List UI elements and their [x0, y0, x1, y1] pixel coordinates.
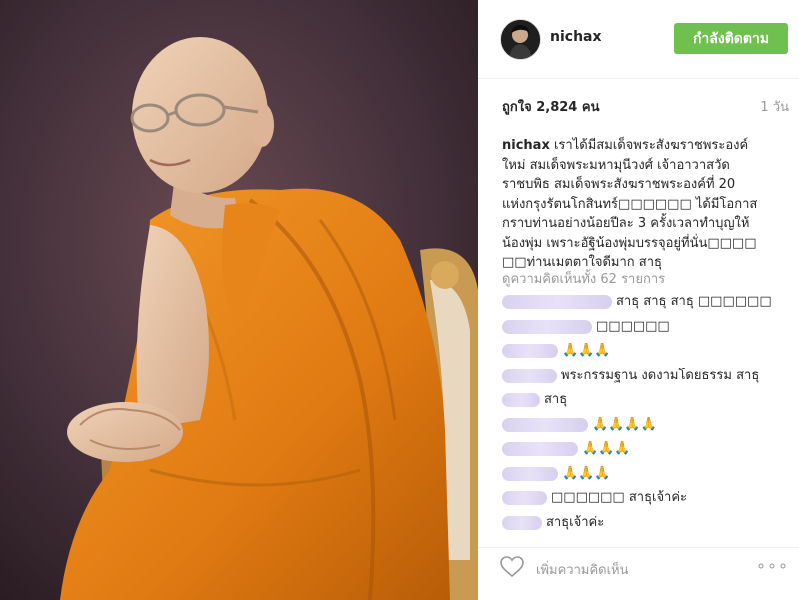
- comment-username-blurred[interactable]: [502, 417, 588, 432]
- caption-line: แห่งกรุงรัตนโกสินทร์□□□□□□ ได้มีโอกาส: [502, 196, 758, 212]
- comment-username-blurred[interactable]: [502, 515, 542, 530]
- comment-item: 🙏🙏🙏🙏: [502, 417, 792, 442]
- comment-username-blurred[interactable]: [502, 442, 578, 456]
- following-button[interactable]: กำลังติดตาม: [674, 23, 788, 54]
- post-header: nichax กำลังติดตาม: [478, 0, 799, 79]
- comment-username-blurred[interactable]: [502, 295, 612, 309]
- monk-photo-illustration: [0, 0, 478, 600]
- caption-line: nichax เราได้มีสมเด็จพระสังฆราชพระองค์: [502, 136, 792, 156]
- comment-text: 🙏🙏🙏: [562, 343, 611, 358]
- view-all-comments-link[interactable]: ดูความคิดเห็นทั้ง 62 รายการ: [502, 268, 665, 289]
- caption-line: กราบท่านอย่างน้อยปีละ 3 ครั้งเวลาทำบุญให…: [502, 216, 750, 231]
- profile-avatar[interactable]: [500, 19, 541, 60]
- caption-line: ใหม่ สมเด็จพระมหามุนีวงศ์ เจ้าอาวาสวัด: [502, 157, 730, 173]
- caption-line: น้องพุ่ม เพราะอัฐิน้องพุ่มบรรจุอยู่ที่นั…: [502, 235, 757, 251]
- comment-text: 🙏🙏🙏: [582, 441, 631, 456]
- comment-item: 🙏🙏🙏: [502, 466, 792, 491]
- comment-username-blurred[interactable]: [502, 491, 547, 505]
- post-photo[interactable]: [0, 0, 478, 600]
- comment-item: สาธุ สาธุ สาธุ □□□□□□: [502, 294, 792, 319]
- comment-item: 🙏🙏🙏: [502, 343, 792, 368]
- comment-item: สาธุเจ้าค่ะ: [502, 515, 792, 540]
- comment-text: สาธุ สาธุ สาธุ □□□□□□: [616, 294, 772, 309]
- comment-text: □□□□□□: [596, 318, 670, 334]
- add-comment-input[interactable]: เพิ่มความคิดเห็น: [536, 559, 629, 580]
- comment-item: สาธุ: [502, 392, 792, 417]
- comment-text: 🙏🙏🙏: [562, 465, 611, 481]
- comment-text: สาธุเจ้าค่ะ: [546, 514, 605, 530]
- caption-username[interactable]: nichax: [502, 138, 550, 153]
- post-caption: nichax เราได้มีสมเด็จพระสังฆราชพระองค์ ใ…: [502, 136, 792, 273]
- comment-text: 🙏🙏🙏🙏: [592, 416, 657, 432]
- caption-line: ราชบพิธ สมเด็จพระสังฆราชพระองค์ที่ 20: [502, 177, 736, 192]
- heart-icon[interactable]: [500, 556, 524, 578]
- comment-item: □□□□□□: [502, 319, 792, 344]
- like-count[interactable]: ถูกใจ 2,824 คน: [502, 96, 599, 117]
- comment-item: พระกรรมฐาน งดงามโดยธรรม สาธุ: [502, 368, 792, 393]
- avatar-icon: [501, 20, 540, 59]
- footer-divider: [478, 547, 799, 548]
- caption-text: เราได้มีสมเด็จพระสังฆราชพระองค์: [553, 138, 749, 153]
- comment-username-blurred[interactable]: [502, 319, 592, 334]
- post-details-panel: nichax กำลังติดตาม ถูกใจ 2,824 คน 1 วัน …: [478, 0, 799, 600]
- more-options-icon[interactable]: ∘∘∘: [756, 556, 789, 575]
- comment-username-blurred[interactable]: [502, 466, 558, 481]
- comment-text: □□□□□□ สาธุเจ้าค่ะ: [551, 490, 688, 505]
- comment-username-blurred[interactable]: [502, 393, 540, 407]
- comment-text: สาธุ: [544, 392, 568, 407]
- comments-list: สาธุ สาธุ สาธุ □□□□□□ □□□□□□ 🙏🙏🙏 พระกรรม…: [502, 294, 792, 539]
- comment-username-blurred[interactable]: [502, 344, 558, 358]
- post-time[interactable]: 1 วัน: [760, 96, 789, 117]
- comment-item: □□□□□□ สาธุเจ้าค่ะ: [502, 490, 792, 515]
- comment-item: 🙏🙏🙏: [502, 441, 792, 466]
- username[interactable]: nichax: [550, 29, 602, 45]
- comment-text: พระกรรมฐาน งดงามโดยธรรม สาธุ: [561, 367, 760, 383]
- comment-username-blurred[interactable]: [502, 368, 557, 383]
